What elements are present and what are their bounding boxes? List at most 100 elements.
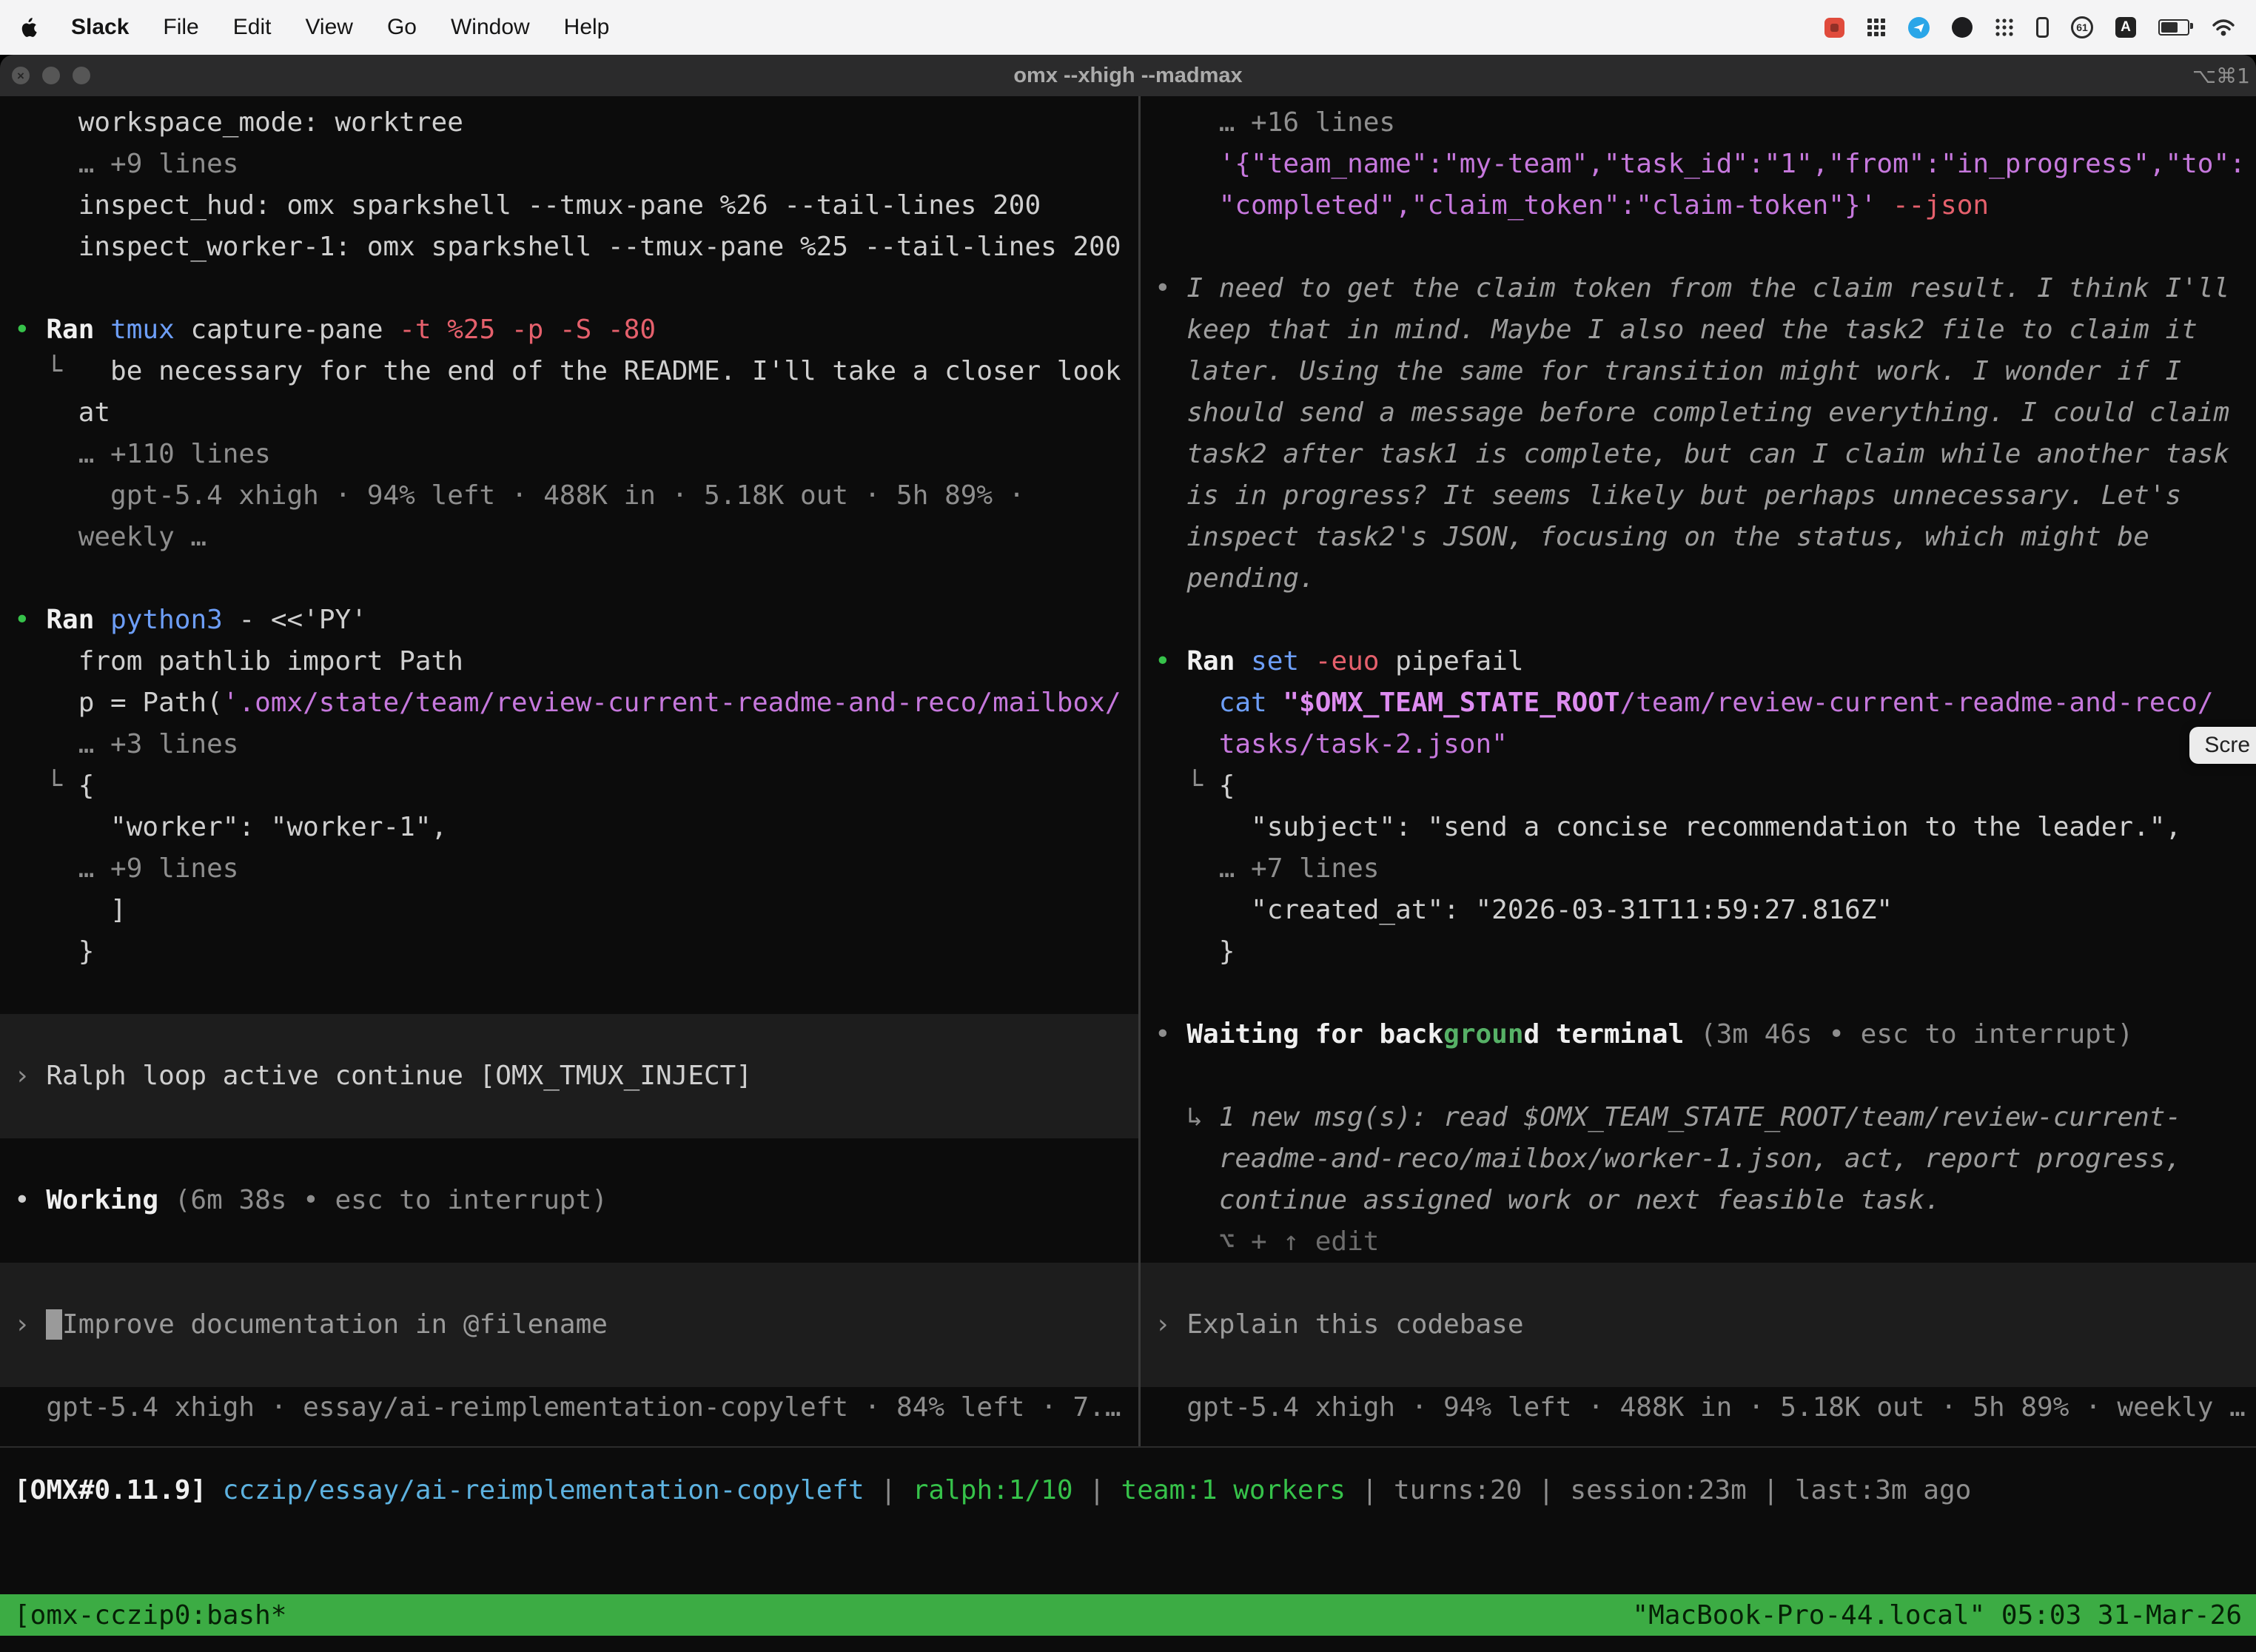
terminal-blank-line xyxy=(1141,973,2256,1014)
terminal-text-segment: I need to get the claim token from the c… xyxy=(1186,273,2229,303)
terminal-text-segment: | xyxy=(1346,1475,1394,1505)
terminal-line: keep that in mind. Maybe I also need the… xyxy=(1141,309,2256,351)
terminal-line: • Ran tmux capture-pane -t %25 -p -S -80 xyxy=(0,309,1138,351)
battery-icon[interactable] xyxy=(2158,19,2189,36)
status-separator xyxy=(0,1446,2256,1448)
terminal-text-segment xyxy=(94,605,110,635)
terminal-text-segment: › xyxy=(14,1309,46,1340)
telegram-icon[interactable] xyxy=(1908,17,1930,38)
active-app-name[interactable]: Slack xyxy=(71,15,129,40)
prompt-input[interactable]: › Improve documentation in @filename xyxy=(0,1263,1138,1387)
terminal-text-segment: { xyxy=(78,770,95,801)
terminal-text-segment xyxy=(94,315,110,345)
right-terminal-pane[interactable]: … +16 lines '{"team_name":"my-team","tas… xyxy=(1141,96,2256,1446)
macos-menu-bar: Slack File Edit View Go Window Help 61 A xyxy=(0,0,2256,55)
terminal-text-segment: { xyxy=(1219,770,1235,801)
terminal-text-segment: Ran xyxy=(1186,646,1235,676)
menu-items: File Edit View Go Window Help xyxy=(163,15,609,40)
terminal-line: readme-and-reco/mailbox/worker-1.json, a… xyxy=(1141,1138,2256,1180)
terminal-line: … +9 lines xyxy=(0,144,1138,185)
terminal-text-segment: '{"team_name":"my-team","task_id":"1","f… xyxy=(1155,149,2246,179)
prompt-input[interactable]: › Explain this codebase xyxy=(1141,1263,2256,1387)
terminal-text-segment: tmux xyxy=(110,315,175,345)
terminal-text-segment: --json xyxy=(1876,190,1989,221)
terminal-line: › Ralph loop active continue [OMX_TMUX_I… xyxy=(0,1055,1138,1097)
menu-item-edit[interactable]: Edit xyxy=(233,15,272,40)
terminal-text-segment: … +7 lines xyxy=(1155,853,1379,884)
terminal-line: … +9 lines xyxy=(0,848,1138,890)
terminal-text-segment: … +9 lines xyxy=(14,853,238,884)
terminal-text-segment: • xyxy=(1155,1019,1186,1050)
terminal-text-segment: Ralph loop active continue [OMX_TMUX_INJ… xyxy=(46,1061,752,1091)
dots-grid-icon[interactable] xyxy=(1995,18,2014,37)
terminal-blank-line xyxy=(1141,1055,2256,1097)
terminal-text-segment: | xyxy=(865,1475,913,1505)
terminal-line: workspace_mode: worktree xyxy=(0,102,1138,144)
terminal-text-segment: pipefail xyxy=(1379,646,1523,676)
terminal-text-segment: be necessary for the end of the README. … xyxy=(110,356,1121,386)
terminal-text-segment: … +3 lines xyxy=(14,729,238,759)
terminal-text-segment: '.omx/state/team/review-current-readme-a… xyxy=(223,688,1121,718)
terminal-line: • Ran set -euo pipefail xyxy=(1141,641,2256,682)
menu-item-view[interactable]: View xyxy=(305,15,352,40)
terminal-blank-line xyxy=(1141,226,2256,268)
screenshot-preview-popup[interactable]: Scre xyxy=(2189,727,2256,764)
terminal-line: … +7 lines xyxy=(1141,848,2256,890)
terminal-text-segment: Ran xyxy=(46,315,94,345)
terminal-text-segment: … +9 lines xyxy=(14,149,238,179)
menu-item-go[interactable]: Go xyxy=(387,15,417,40)
terminal-line: ↳ 1 new msg(s): read $OMX_TEAM_STATE_ROO… xyxy=(1141,1097,2256,1138)
menu-item-help[interactable]: Help xyxy=(564,15,610,40)
terminal-text-segment: Improve documentation in @filename xyxy=(62,1309,608,1340)
terminal-line: pending. xyxy=(1141,558,2256,600)
terminal-line: • Waiting for background terminal (3m 46… xyxy=(1141,1014,2256,1055)
terminal-text-segment: › xyxy=(14,1061,46,1091)
terminal-text-segment: continue assigned work or next feasible … xyxy=(1155,1185,1941,1215)
terminal-text-segment: weekly … xyxy=(14,522,207,552)
injected-prompt-banner[interactable]: › Ralph loop active continue [OMX_TMUX_I… xyxy=(0,1014,1138,1138)
terminal-line: inspect_worker-1: omx sparkshell --tmux-… xyxy=(0,226,1138,268)
terminal-text-segment: groun xyxy=(1443,1019,1523,1050)
gauge-icon[interactable]: 61 xyxy=(2071,16,2093,38)
terminal-text-segment: "worker": "worker-1", xyxy=(14,812,447,842)
grid-icon[interactable] xyxy=(1867,18,1886,37)
screen-recording-indicator-icon[interactable] xyxy=(1824,18,1844,38)
input-source-label: A xyxy=(2121,19,2131,36)
terminal-text-segment xyxy=(1267,688,1283,718)
terminal-text-segment: /team/review-current-readme-and-reco/ xyxy=(1620,688,2214,718)
terminal-text-segment: Ran xyxy=(46,605,94,635)
terminal-line: • Ran python3 - <<'PY' xyxy=(0,600,1138,641)
left-terminal-pane[interactable]: workspace_mode: worktree … +9 lines insp… xyxy=(0,96,1138,1446)
text-cursor xyxy=(46,1309,62,1340)
terminal-text-segment xyxy=(1155,688,1219,718)
terminal-text-segment: p = Path( xyxy=(14,688,223,718)
popup-label: Scre xyxy=(2204,733,2250,757)
terminal-text-segment: … +110 lines xyxy=(14,439,271,469)
terminal-text-segment: last:3m ago xyxy=(1795,1475,1971,1505)
terminal-text-segment: - <<'PY' xyxy=(223,605,367,635)
input-source-icon[interactable]: A xyxy=(2115,17,2136,38)
wifi-icon[interactable] xyxy=(2212,18,2235,37)
terminal-line: inspect_hud: omx sparkshell --tmux-pane … xyxy=(0,185,1138,226)
apple-logo-icon[interactable] xyxy=(21,18,37,38)
record-stop-icon xyxy=(1824,18,1844,38)
menu-item-window[interactable]: Window xyxy=(451,15,530,40)
terminal-text-segment: "$OMX_TEAM_STATE_ROOT xyxy=(1283,688,1619,718)
phone-icon[interactable] xyxy=(2036,17,2049,38)
dark-app-icon[interactable] xyxy=(1952,17,1973,38)
terminal-line: gpt-5.4 xhigh · 94% left · 488K in · 5.1… xyxy=(1141,1387,2256,1428)
terminal-text-segment: from pathlib import Path xyxy=(14,646,463,676)
terminal-text-segment: ↳ xyxy=(1155,1102,1219,1132)
terminal-text-segment: • xyxy=(14,315,46,345)
terminal-text-segment: turns:20 xyxy=(1394,1475,1522,1505)
apple-logo xyxy=(21,18,37,38)
window-title-bar[interactable]: × omx --xhigh --madmax ⌥⌘1 xyxy=(0,55,2256,97)
terminal-text-segment: └ xyxy=(1155,770,1219,801)
menu-item-file[interactable]: File xyxy=(163,15,198,40)
terminal-line: is in progress? It seems likely but perh… xyxy=(1141,475,2256,517)
terminal-text-segment: • xyxy=(14,1185,46,1215)
terminal-text-segment: inspect task2's JSON, focusing on the st… xyxy=(1155,522,2149,552)
terminal-text-segment: Waiting for back xyxy=(1186,1019,1443,1050)
terminal-line: "completed","claim_token":"claim-token"}… xyxy=(1141,185,2256,226)
terminal-line: └ { xyxy=(0,765,1138,807)
